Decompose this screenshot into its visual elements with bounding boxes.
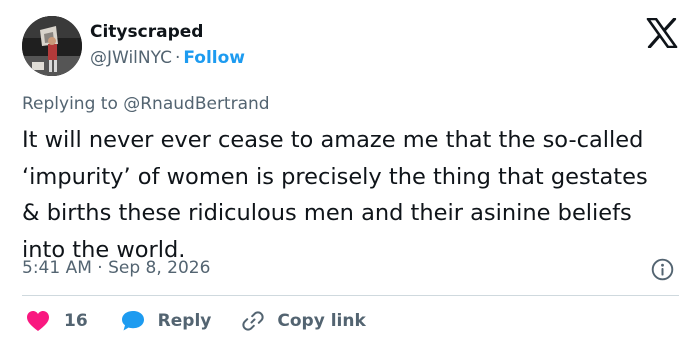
divider (22, 295, 679, 296)
replying-to-prefix: Replying to (22, 94, 118, 114)
reply-mention-link[interactable]: @RnaudBertrand (123, 94, 269, 114)
reply-label: Reply (157, 311, 212, 331)
like-button[interactable]: 16 (26, 310, 88, 332)
reply-button[interactable]: Reply (120, 309, 212, 333)
tweet-timestamp[interactable]: 5:41 AM · Sep 8, 2026 (22, 258, 210, 278)
avatar[interactable] (22, 16, 82, 76)
handle-separator: · (174, 48, 181, 68)
copy-link-label: Copy link (277, 311, 366, 331)
link-icon (242, 311, 264, 331)
author-handle[interactable]: @JWilNYC (90, 48, 172, 68)
action-bar: 16 Reply Copy link (22, 308, 366, 334)
info-icon[interactable] (651, 258, 674, 281)
heart-icon (27, 311, 49, 331)
speech-bubble-icon (121, 311, 144, 331)
tweet-text: It will never ever cease to amaze me tha… (22, 127, 648, 263)
x-logo-icon[interactable] (646, 17, 678, 49)
author-display-name[interactable]: Cityscraped (90, 22, 203, 42)
author-handle-row: @JWilNYC · Follow (90, 48, 245, 68)
copy-link-button[interactable]: Copy link (241, 309, 366, 333)
follow-button[interactable]: Follow (183, 48, 245, 68)
avatar-image (22, 16, 82, 76)
like-count: 16 (64, 311, 88, 331)
replying-to-line: Replying to @RnaudBertrand (22, 94, 270, 114)
